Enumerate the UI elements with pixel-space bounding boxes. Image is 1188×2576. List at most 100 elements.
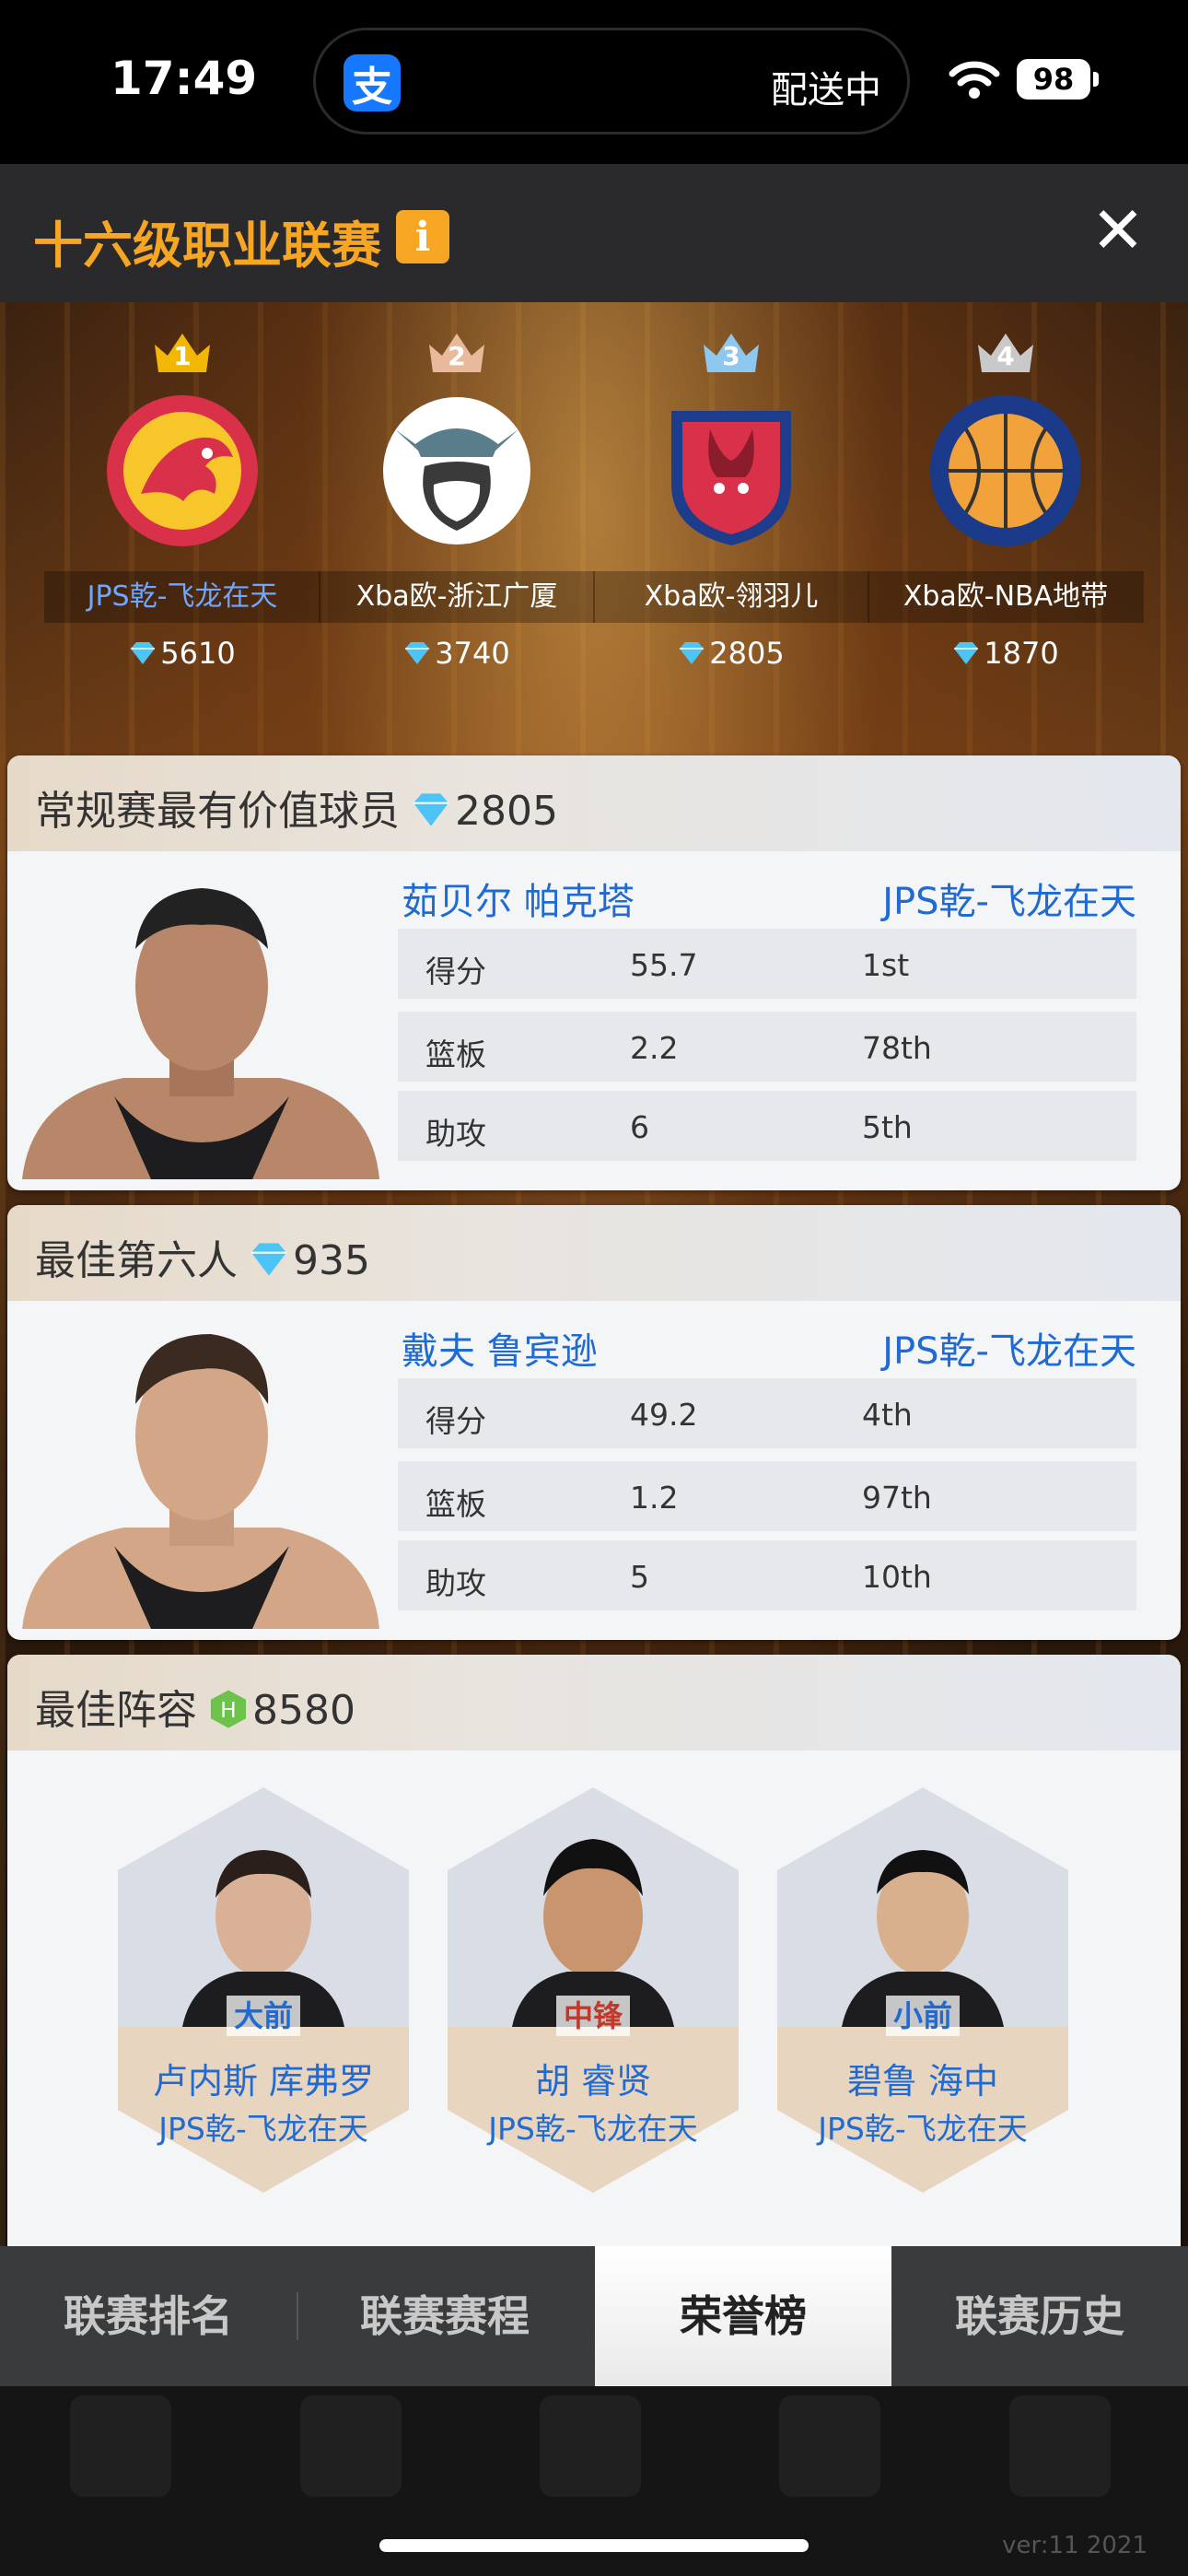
- stat-row: 篮板 2.2 78th: [398, 1012, 1136, 1082]
- player-name: 卢内斯 库弗罗: [152, 2061, 375, 2102]
- rank-number: 2: [448, 341, 466, 371]
- stat-value: 55.7: [630, 947, 698, 983]
- status-bar: 17:49 支 配送中 98: [0, 0, 1188, 164]
- position-badge: 大前: [227, 1996, 300, 2036]
- leaderboard-item-4[interactable]: 4 Xba欧-NBA地带 1870: [868, 328, 1144, 697]
- battery-tip: [1093, 72, 1099, 87]
- score-value: 2805: [709, 636, 785, 671]
- status-time: 17:49: [111, 52, 258, 105]
- stat-value: 1.2: [630, 1480, 679, 1516]
- stat-label: 篮板: [425, 1036, 486, 1072]
- leaderboard-item-1[interactable]: 1 JPS乾-飞龙在天 5610: [44, 328, 320, 697]
- app-screen: 17:49 支 配送中 98 十六级职业联赛 i ✕ 1 JPS乾-飞龙在天 5…: [0, 0, 1188, 2576]
- team-name: Xba欧-NBA地带: [868, 571, 1144, 623]
- dimmed-nav-icon: [1009, 2395, 1111, 2497]
- card-header: 最佳第六人 935: [7, 1205, 1181, 1301]
- stat-row: 得分 49.2 4th: [398, 1378, 1136, 1448]
- player-team: JPS乾-飞龙在天: [488, 2111, 698, 2147]
- stat-label: 得分: [425, 1403, 486, 1439]
- rank-number: 4: [996, 341, 1015, 371]
- player-team: JPS乾-飞龙在天: [882, 1330, 1136, 1373]
- home-indicator[interactable]: [379, 2539, 809, 2552]
- close-icon[interactable]: ✕: [1089, 198, 1147, 263]
- alipay-icon: 支: [344, 54, 401, 111]
- tab-honor-roll[interactable]: 荣誉榜: [595, 2246, 891, 2386]
- island-label: 配送中: [771, 69, 881, 111]
- stat-label: 助攻: [425, 1116, 486, 1152]
- lineup-player-3[interactable]: 小前 碧鲁 海中 JPS乾-飞龙在天: [777, 1787, 1068, 2193]
- stat-rank: 97th: [862, 1480, 932, 1516]
- diamond-icon: [680, 642, 705, 664]
- card-title: 最佳第六人 935: [35, 1227, 370, 1286]
- sixth-man-card[interactable]: 最佳第六人 935 戴夫 鲁宾逊 JPS乾-飞龙在天 得分 49.2 4th 篮板…: [7, 1205, 1181, 1640]
- score-value: 1870: [984, 636, 1059, 671]
- bottom-tab-bar: 联赛排名 联赛赛程 荣誉榜 联赛历史: [0, 2246, 1188, 2386]
- stat-value: 5: [630, 1559, 649, 1595]
- hexagon-gem-icon: H: [210, 1690, 247, 1728]
- award-value: 2805: [455, 788, 558, 835]
- stat-rank: 10th: [862, 1559, 932, 1595]
- award-title: 最佳阵容: [35, 1687, 197, 1734]
- stat-rank: 1st: [862, 947, 910, 983]
- position-badge: 小前: [886, 1996, 960, 2036]
- wifi-icon: [949, 61, 1000, 99]
- card-header: 常规赛最有价值球员 2805: [7, 755, 1181, 851]
- stat-rank: 5th: [862, 1109, 913, 1145]
- tab-league-ranking[interactable]: 联赛排名: [0, 2246, 297, 2386]
- team-logo-rabbit-icon: [671, 411, 791, 545]
- diamond-icon: [413, 793, 449, 826]
- team-logo-viking-icon: [383, 397, 530, 544]
- rank-number: 1: [173, 341, 192, 371]
- player-name[interactable]: 茹贝尔 帕克塔: [402, 872, 635, 925]
- card-title: 常规赛最有价值球员 2805: [35, 778, 558, 837]
- player-name: 碧鲁 海中: [846, 2061, 999, 2102]
- player-portrait: [22, 888, 379, 1179]
- leaderboard-item-3[interactable]: 3 Xba欧-翎羽儿 2805: [593, 328, 869, 697]
- player-team: JPS乾-飞龙在天: [818, 2111, 1028, 2147]
- battery-indicator: 98: [1017, 59, 1090, 100]
- dimmed-nav-icon: [300, 2395, 402, 2497]
- lineup-player-1[interactable]: 大前 卢内斯 库弗罗 JPS乾-飞龙在天: [118, 1787, 409, 2193]
- mvp-card[interactable]: 常规赛最有价值球员 2805 茹贝尔 帕克塔 JPS乾-飞龙在天 得分 55.7 …: [7, 755, 1181, 1190]
- stat-value: 6: [630, 1109, 649, 1145]
- team-name: Xba欧-翎羽儿: [593, 571, 869, 623]
- position-badge: 中锋: [556, 1996, 630, 2036]
- info-icon[interactable]: i: [396, 210, 449, 263]
- team-score: 5610: [44, 636, 320, 671]
- page-title: 十六级职业联赛: [33, 217, 381, 275]
- diamond-icon: [131, 642, 156, 664]
- dimmed-nav-icon: [779, 2395, 880, 2497]
- player-team: JPS乾-飞龙在天: [882, 881, 1136, 923]
- award-title: 常规赛最有价值球员: [35, 788, 400, 835]
- player-team: JPS乾-飞龙在天: [158, 2111, 368, 2147]
- score-value: 3740: [435, 636, 510, 671]
- tab-league-schedule[interactable]: 联赛赛程: [297, 2246, 593, 2386]
- player-portrait: [22, 1334, 379, 1629]
- team-name: Xba欧-浙江广厦: [319, 571, 595, 623]
- award-title: 最佳第六人: [35, 1237, 238, 1284]
- stat-row: 篮板 1.2 97th: [398, 1461, 1136, 1531]
- team-logo-dragon-icon: [107, 395, 258, 546]
- card-header: 最佳阵容 H 8580: [7, 1655, 1181, 1751]
- card-title: 最佳阵容 H 8580: [35, 1677, 355, 1736]
- lineup-player-2[interactable]: 中锋 胡 睿贤 JPS乾-飞龙在天: [448, 1787, 739, 2193]
- team-score: 3740: [319, 636, 595, 671]
- leaderboard-item-2[interactable]: 2 Xba欧-浙江广厦 3740: [319, 328, 595, 697]
- team-score: 2805: [593, 636, 869, 671]
- rank-number: 3: [722, 341, 740, 371]
- diamond-icon: [405, 642, 430, 664]
- header: 十六级职业联赛 i ✕: [0, 164, 1188, 302]
- stat-row: 得分 55.7 1st: [398, 929, 1136, 999]
- stat-value: 49.2: [630, 1397, 698, 1433]
- diamond-icon: [954, 642, 979, 664]
- team-logo-basketball-icon: [930, 395, 1081, 546]
- tab-league-history[interactable]: 联赛历史: [891, 2246, 1188, 2386]
- dynamic-island[interactable]: 支 配送中: [313, 28, 910, 135]
- dimmed-nav-icon: [70, 2395, 171, 2497]
- stat-value: 2.2: [630, 1030, 679, 1066]
- award-value: 8580: [252, 1687, 355, 1734]
- player-name: 胡 睿贤: [534, 2061, 652, 2102]
- stat-row: 助攻 5 10th: [398, 1540, 1136, 1610]
- player-name[interactable]: 戴夫 鲁宾逊: [402, 1321, 598, 1375]
- score-value: 5610: [160, 636, 236, 671]
